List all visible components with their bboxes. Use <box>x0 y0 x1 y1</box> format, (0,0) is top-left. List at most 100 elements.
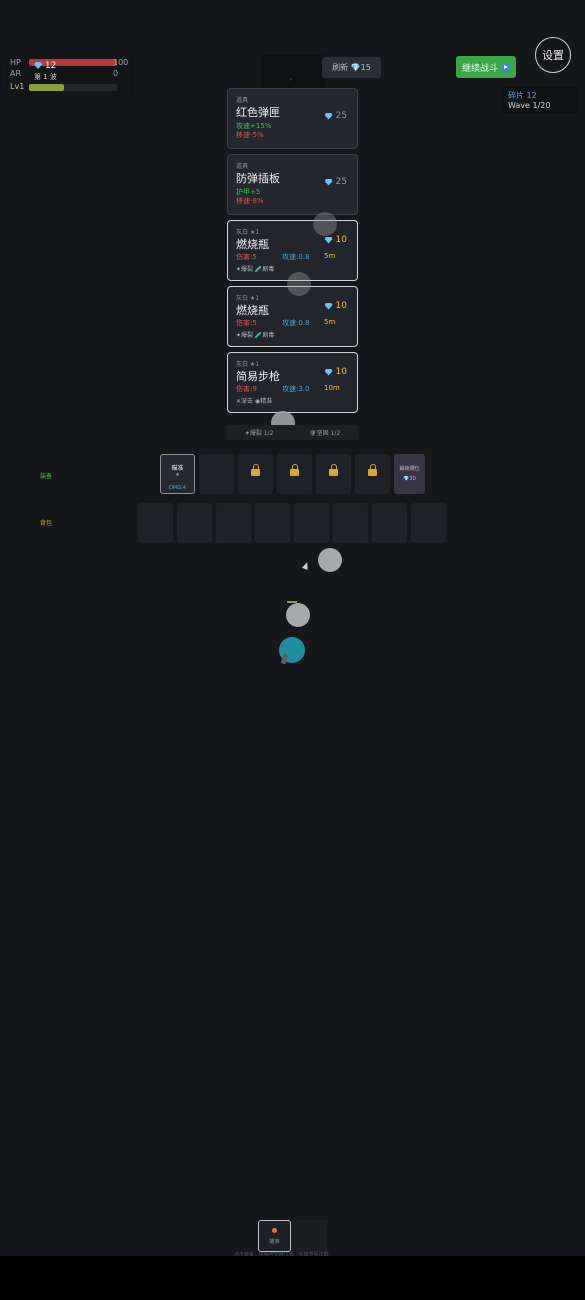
card-category: 道具 <box>236 97 249 104</box>
card-stat: 移速-5% <box>236 131 264 139</box>
bag-slot[interactable] <box>333 503 368 543</box>
gem-icon <box>324 178 333 186</box>
synergy-sturdy: 🛡坚固 1/2 <box>309 430 341 437</box>
card-price: 25 <box>324 111 347 121</box>
settings-label: 设置 <box>542 49 564 62</box>
bag-slot[interactable] <box>216 503 251 543</box>
unlock-price: 💎30 <box>403 476 416 482</box>
shop-weapon-card[interactable]: 灰白 ★1 燃烧瓶 伤害:5 攻速:0.8 5m ✦爆裂 🧪剧毒 10 <box>227 220 358 281</box>
card-name: 红色弹匣 <box>236 106 280 119</box>
card-price: 10 <box>324 367 347 377</box>
gem-counter: 12 <box>34 61 56 71</box>
equip-row-label: 装备 <box>40 473 53 480</box>
locked-slot[interactable] <box>277 454 312 494</box>
locked-slot[interactable] <box>316 454 351 494</box>
card-price: 25 <box>324 177 347 187</box>
quick-slot-name: 瞄准 <box>269 1239 280 1245</box>
bag-slot[interactable] <box>372 503 407 543</box>
level-label: Lv1 <box>10 82 25 91</box>
card-name: 防弹插板 <box>236 172 280 185</box>
bottom-black-bar <box>0 1256 585 1300</box>
bottom-panel <box>291 1220 327 1252</box>
card-name: 燃烧瓶 <box>236 238 269 251</box>
ar-value: 0 <box>113 69 119 78</box>
card-category: 灰白 ★1 <box>236 295 260 302</box>
slot-detail: DMG:4 <box>169 485 186 491</box>
enemy-orb <box>287 272 311 296</box>
refresh-shop-button[interactable]: 刷新 💎15 <box>322 57 381 78</box>
hp-label: HP <box>10 58 21 67</box>
enemy-orb <box>318 548 342 572</box>
equip-slot[interactable] <box>199 454 234 494</box>
card-speed: 攻速:0.8 <box>282 253 310 261</box>
unlock-slot-button[interactable]: 解锁槽位 💎30 <box>394 454 425 494</box>
synergy-explosive: ✦爆裂 1/2 <box>244 430 274 437</box>
card-range: 5m <box>324 252 336 260</box>
equip-slot[interactable]: 瞄准 ★ DMG:4 <box>160 454 195 494</box>
lock-icon <box>368 464 377 476</box>
bag-slot[interactable] <box>411 503 446 543</box>
card-range: 5m <box>324 318 336 326</box>
card-stat: 移速-8% <box>236 197 264 205</box>
ar-label: AR <box>10 69 22 78</box>
bag-slot[interactable] <box>138 503 173 543</box>
lock-icon <box>290 464 299 476</box>
shop-item-card[interactable]: 道具 防弹插板 护甲+5 移速-8% 25 <box>227 154 358 215</box>
card-category: 灰白 ★1 <box>236 361 260 368</box>
wave-panel: 碎片 12 Wave 1/20 <box>502 87 578 113</box>
card-range: 10m <box>324 384 340 392</box>
bag-row-label: 背包 <box>40 520 53 527</box>
card-price: 10 <box>324 301 347 311</box>
gem-icon <box>324 112 333 120</box>
shop-item-card[interactable]: 道具 红色弹匣 攻速+15% 移速-5% 25 <box>227 88 358 149</box>
bag-slot[interactable] <box>177 503 212 543</box>
gem-icon <box>324 368 333 376</box>
card-category: 灰白 ★1 <box>236 229 260 236</box>
enemy-orb <box>286 603 310 627</box>
wave-label: Wave 1/20 <box>508 101 551 110</box>
card-damage: 伤害:5 <box>236 253 257 261</box>
shop-weapon-card[interactable]: 灰白 ★1 简易步枪 伤害:9 攻速:3.0 10m ✕深击 ◉精准 10 <box>227 352 358 413</box>
card-name: 简易步枪 <box>236 370 280 383</box>
item-icon <box>272 1228 277 1233</box>
slot-item-name: 瞄准 <box>171 465 184 472</box>
bag-slot[interactable] <box>294 503 329 543</box>
slot-star: ★ <box>175 472 180 478</box>
lock-icon <box>251 464 260 476</box>
player-stats-panel: HP 100 AR 0 Lv1 12 第 1 波 <box>7 55 135 97</box>
enemy-orb <box>313 212 337 236</box>
unlock-label: 解锁槽位 <box>399 466 420 472</box>
card-speed: 攻速:3.0 <box>282 385 310 393</box>
card-category: 道具 <box>236 163 249 170</box>
locked-slot[interactable] <box>238 454 273 494</box>
gem-icon <box>324 236 333 244</box>
synergy-bar: ✦爆裂 1/2 🛡坚固 1/2 <box>227 425 358 440</box>
quick-slot[interactable]: 瞄准 <box>258 1220 291 1252</box>
settings-button[interactable]: 设置 <box>535 37 571 73</box>
xp-bar <box>29 84 65 91</box>
lock-icon <box>329 464 338 476</box>
refresh-label: 刷新 💎15 <box>332 63 371 72</box>
card-tags: ✦爆裂 🧪剧毒 <box>236 332 275 339</box>
card-damage: 伤害:5 <box>236 319 257 327</box>
card-price: 10 <box>324 235 347 245</box>
card-damage: 伤害:9 <box>236 385 257 393</box>
card-tags: ✕深击 ◉精准 <box>236 398 273 405</box>
card-name: 燃烧瓶 <box>236 304 269 317</box>
cursor-icon: ⸍ <box>289 77 293 85</box>
card-tags: ✦爆裂 🧪剧毒 <box>236 266 275 273</box>
locked-slot[interactable] <box>355 454 390 494</box>
shards-label: 碎片 12 <box>508 91 537 100</box>
bullet-icon <box>301 561 311 570</box>
gem-icon <box>324 302 333 310</box>
hp-value: 100 <box>113 58 129 67</box>
shop-weapon-card[interactable]: 灰白 ★1 燃烧瓶 伤害:5 攻速:0.8 5m ✦爆裂 🧪剧毒 10 <box>227 286 358 347</box>
wave-number: 第 1 波 <box>34 73 57 81</box>
bag-slot[interactable] <box>255 503 290 543</box>
continue-label: 继续战斗 <box>461 63 498 74</box>
card-speed: 攻速:0.8 <box>282 319 310 327</box>
continue-battle-button[interactable]: 继续战斗 <box>456 56 516 78</box>
gem-count: 12 <box>44 61 57 71</box>
play-icon <box>501 62 510 72</box>
preview-panel: ⸍ <box>261 55 325 91</box>
